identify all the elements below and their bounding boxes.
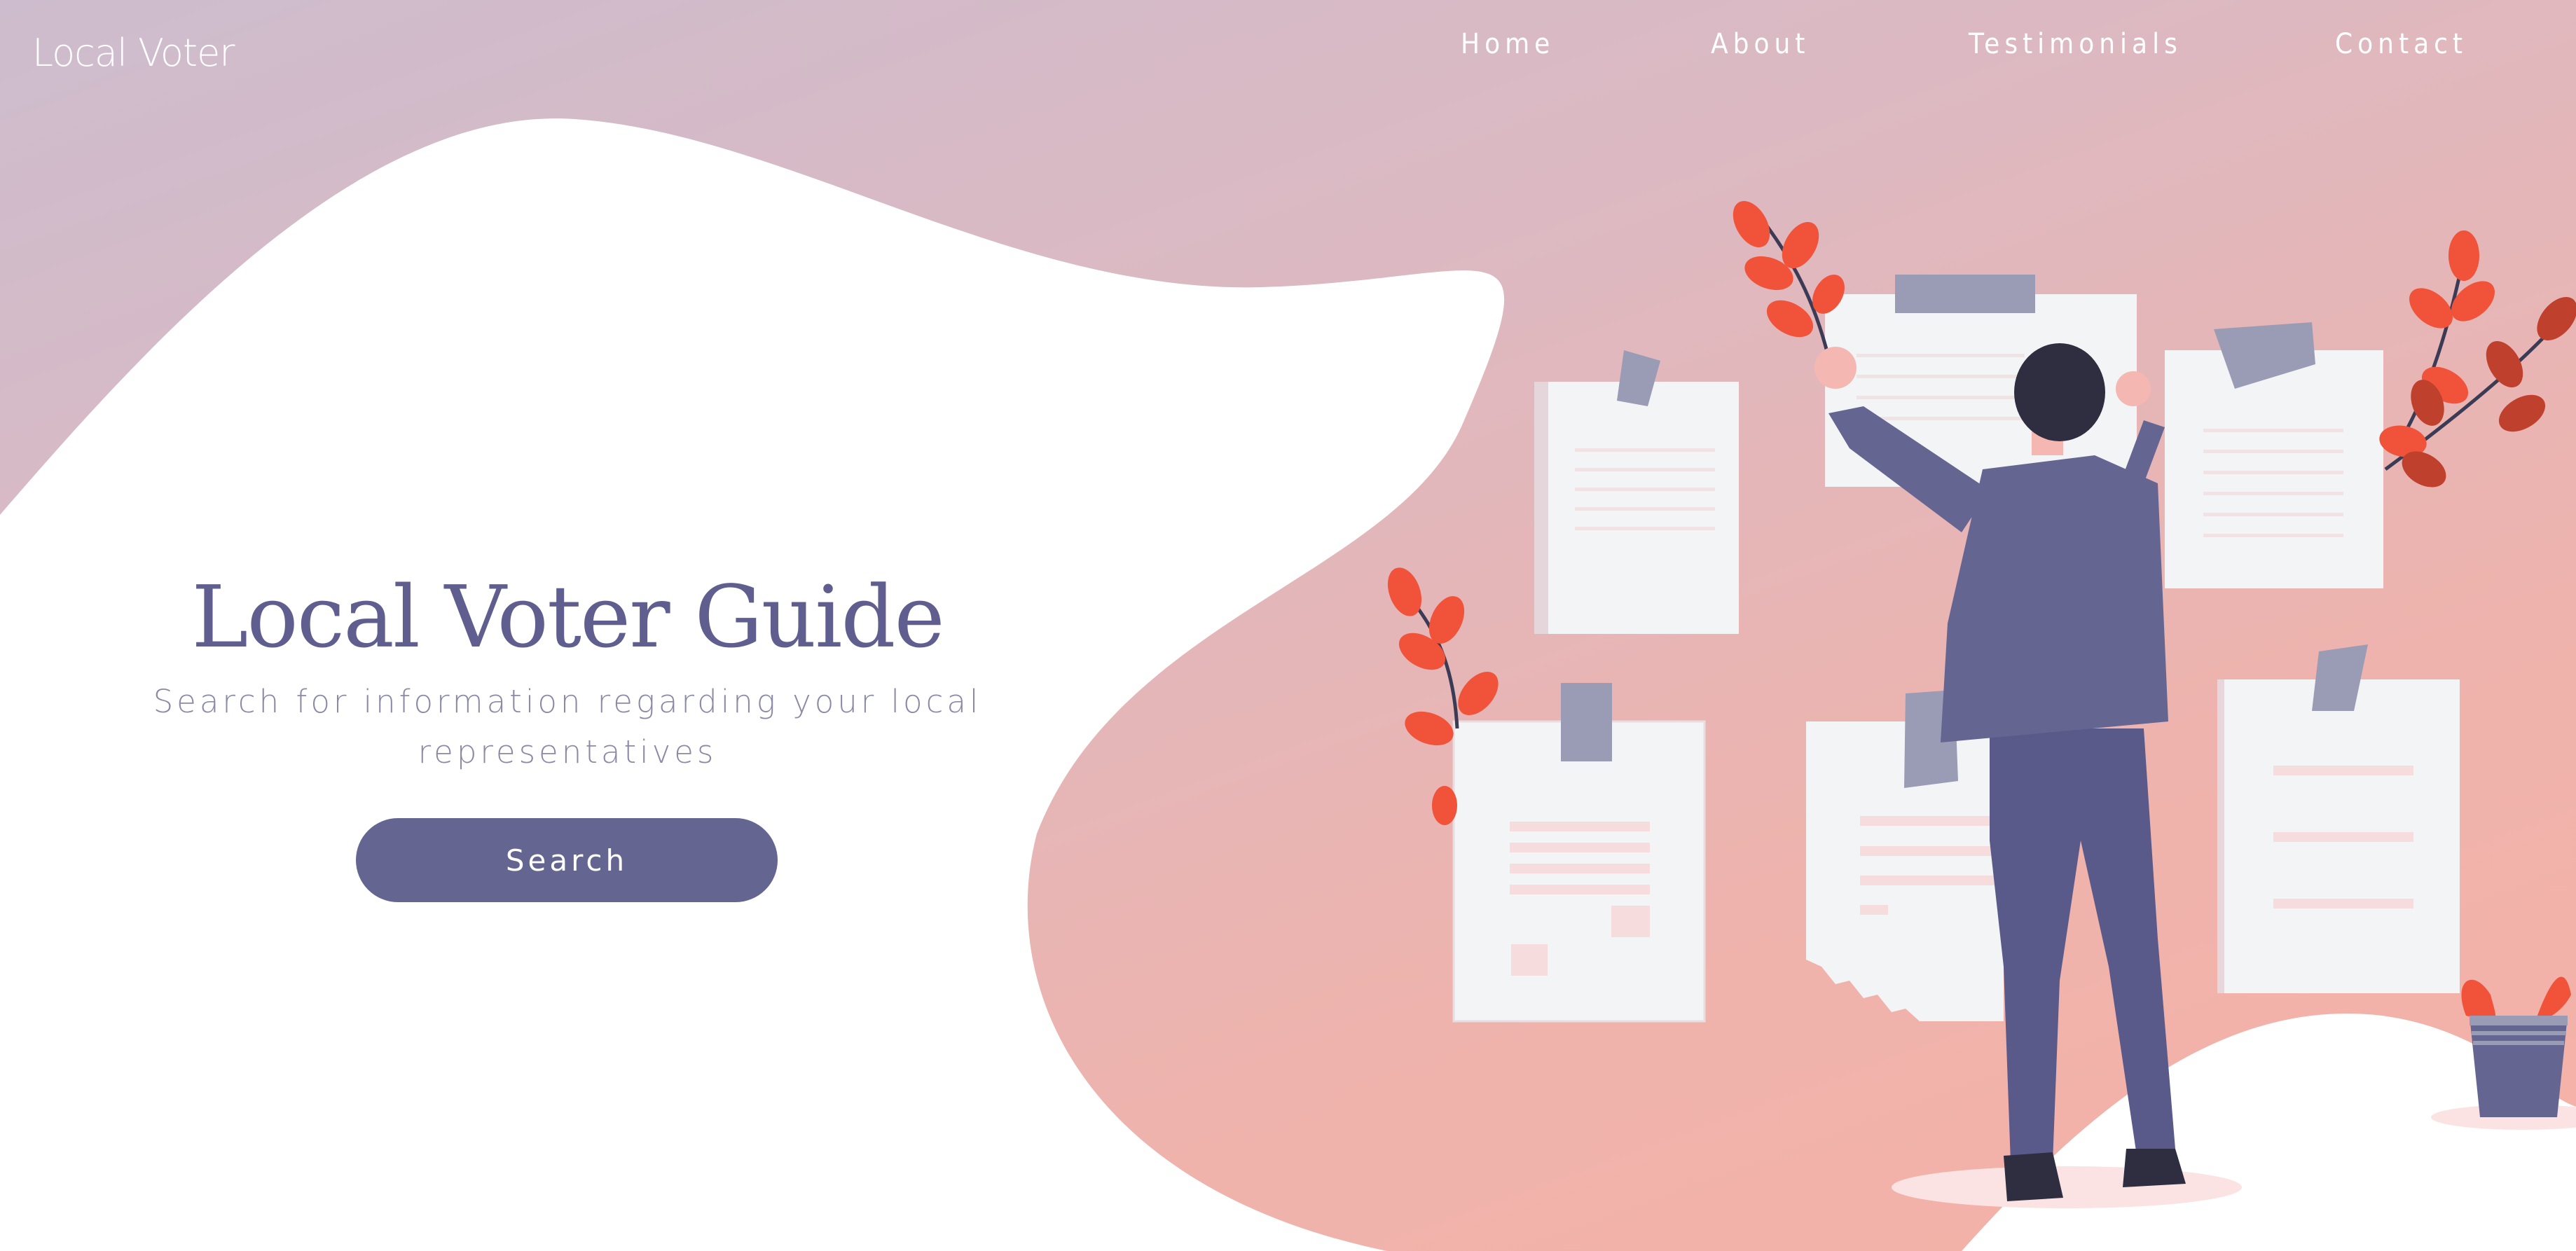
nav-home-link[interactable]: Home bbox=[1461, 28, 1555, 60]
hero-section: Local Voter Guide Search for information… bbox=[112, 567, 1023, 777]
note-5 bbox=[1806, 690, 2004, 1021]
note-1 bbox=[1534, 350, 1739, 634]
hero-title: Local Voter Guide bbox=[191, 567, 944, 667]
nav-about-link[interactable]: About bbox=[1711, 28, 1810, 60]
hero-subtitle: Search for information regarding your lo… bbox=[153, 683, 982, 770]
leaf-branch-right bbox=[2379, 230, 2576, 488]
note-4 bbox=[1452, 683, 1706, 1023]
top-nav: Home About Testimonials Contact bbox=[1401, 28, 2522, 70]
nav-contact-link[interactable]: Contact bbox=[2335, 28, 2467, 60]
brand-logo[interactable]: Local Voter bbox=[32, 31, 235, 75]
nav-testimonials-link[interactable]: Testimonials bbox=[1969, 28, 2182, 60]
note-3 bbox=[2165, 322, 2383, 588]
search-button[interactable]: Search bbox=[356, 818, 778, 902]
note-6 bbox=[2217, 644, 2460, 993]
